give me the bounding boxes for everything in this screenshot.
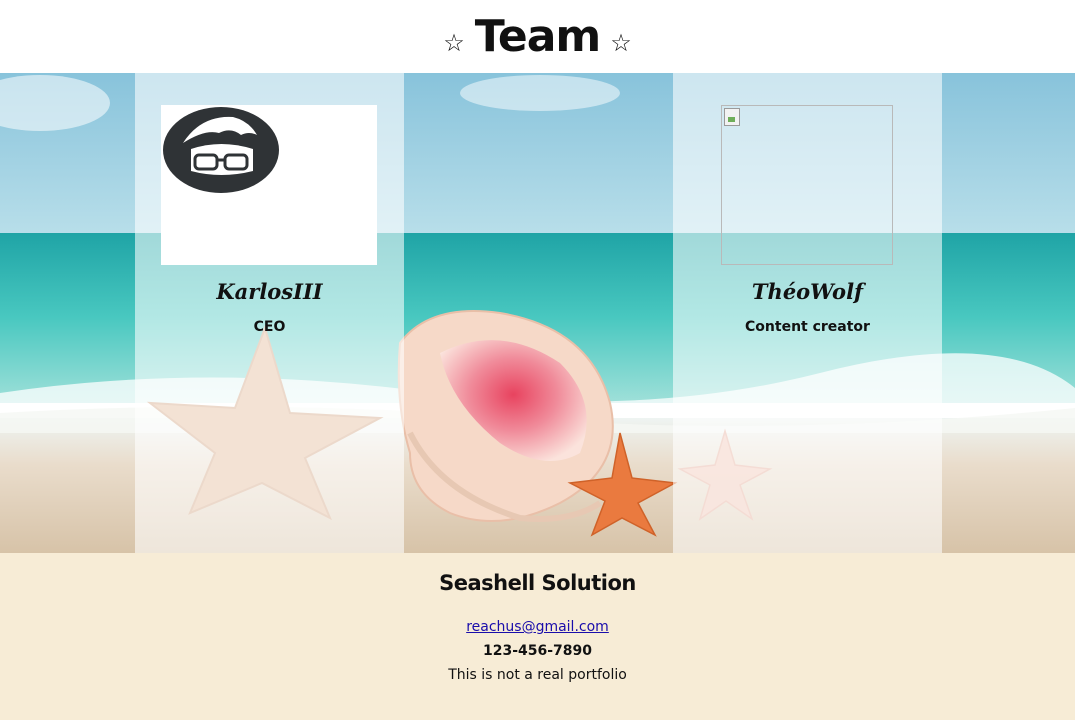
star-left-icon: ☆: [443, 29, 465, 57]
team-card-karlosiii: KarlosIII CEO: [135, 73, 404, 553]
member-photo: [161, 105, 377, 265]
disclaimer-text: This is not a real portfolio: [448, 667, 627, 683]
email-link[interactable]: reachus@gmail.com: [466, 619, 609, 635]
page-footer: Seashell Solution reachus@gmail.com 123-…: [0, 553, 1075, 720]
team-card-theowolf: ThéoWolf Content creator: [673, 73, 942, 553]
member-role: Content creator: [745, 319, 870, 335]
company-name: Seashell Solution: [439, 571, 636, 595]
avatar-glasses-icon: [163, 107, 279, 193]
team-hero-section: KarlosIII CEO ThéoWolf Content creator: [0, 73, 1075, 553]
phone-number: 123-456-7890: [482, 643, 593, 659]
member-role: CEO: [253, 319, 286, 335]
title-wrap: ☆ Team ☆: [443, 10, 632, 62]
email-line: reachus@gmail.com: [0, 619, 1075, 635]
member-name: KarlosIII: [216, 279, 323, 304]
star-right-icon: ☆: [610, 29, 632, 57]
broken-image-icon: [724, 108, 740, 126]
page-title: Team: [474, 10, 602, 62]
page-header: ☆ Team ☆: [0, 0, 1075, 73]
member-photo: [721, 105, 893, 265]
member-name: ThéoWolf: [751, 279, 864, 304]
